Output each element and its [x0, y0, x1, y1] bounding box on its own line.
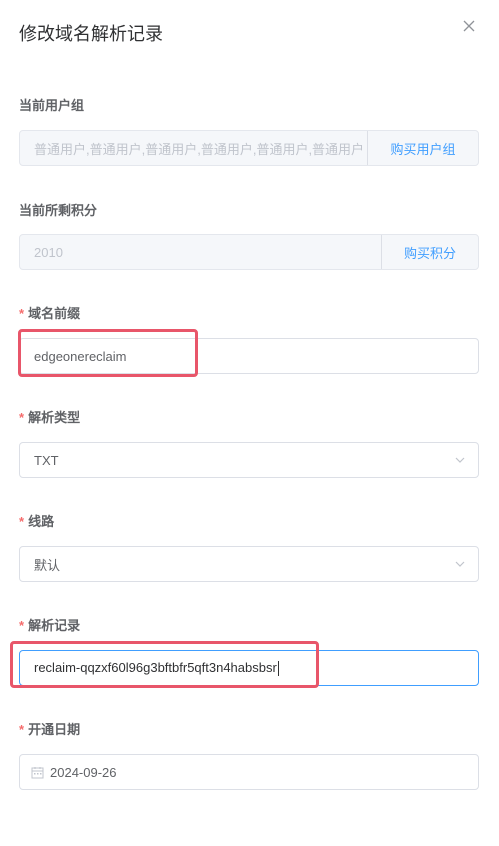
required-mark: *	[19, 722, 25, 737]
dialog-title: 修改域名解析记录	[19, 24, 163, 44]
buy-user-group-button[interactable]: 购买用户组	[367, 131, 478, 165]
user-group-label: 当前用户组	[19, 98, 85, 113]
points-label: 当前所剩积分	[19, 203, 98, 218]
record-type-select[interactable]: TXT	[19, 442, 479, 478]
chevron-down-icon	[442, 443, 478, 477]
required-mark: *	[19, 410, 25, 425]
buy-points-button[interactable]: 购买积分	[381, 235, 478, 269]
line-label: * 线路	[19, 514, 55, 529]
open-date-picker[interactable]: 2024-09-26	[19, 754, 479, 790]
record-type-value: TXT	[34, 452, 59, 468]
points-field: 2010 购买积分	[19, 234, 479, 270]
points-value: 2010	[34, 244, 63, 260]
required-mark: *	[19, 306, 25, 321]
required-mark: *	[19, 618, 25, 633]
record-type-label: * 解析类型	[19, 410, 81, 425]
prefix-input[interactable]: edgeonereclaim	[19, 338, 479, 374]
close-icon[interactable]	[461, 18, 477, 34]
prefix-value: edgeonereclaim	[34, 348, 127, 364]
record-label: * 解析记录	[19, 618, 81, 633]
text-caret	[277, 661, 279, 677]
record-value: reclaim-qqzxf60l96g3bftbfr5qft3n4habsbsr	[34, 659, 277, 675]
open-date-label: * 开通日期	[19, 722, 81, 737]
chevron-down-icon	[442, 547, 478, 581]
calendar-icon	[31, 766, 44, 778]
line-value: 默认	[34, 557, 61, 573]
record-input[interactable]: reclaim-qqzxf60l96g3bftbfr5qft3n4habsbsr	[19, 650, 479, 686]
prefix-label: * 域名前缀	[19, 306, 81, 321]
user-group-field: 普通用户,普通用户,普通用户,普通用户,普通用户,普通用户 购买用户组	[19, 130, 479, 166]
line-select[interactable]: 默认	[19, 546, 479, 582]
user-group-value: 普通用户,普通用户,普通用户,普通用户,普通用户,普通用户	[34, 141, 365, 157]
open-date-value: 2024-09-26	[50, 764, 117, 780]
required-mark: *	[19, 514, 25, 529]
